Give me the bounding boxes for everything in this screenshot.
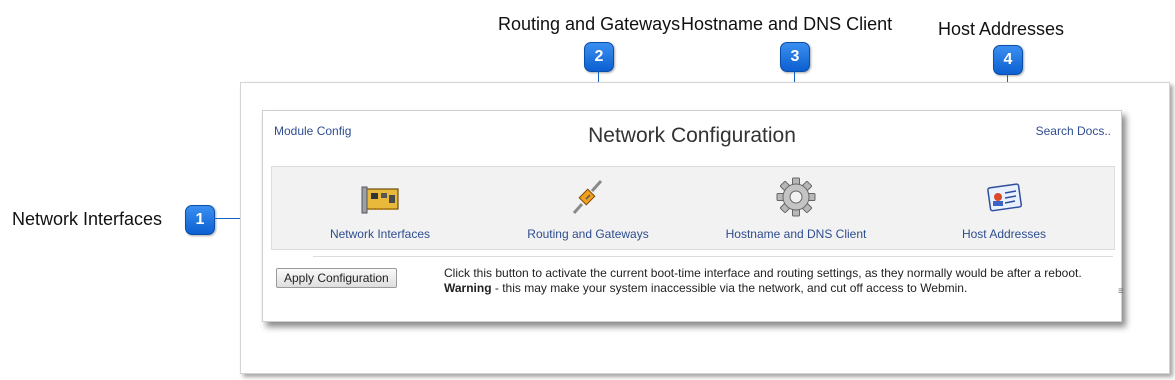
- search-docs-link[interactable]: Search Docs..: [1036, 124, 1111, 138]
- warning-label: Warning: [444, 281, 492, 295]
- callout-badge-1: 1: [185, 205, 215, 235]
- apply-configuration-button[interactable]: Apply Configuration: [276, 268, 397, 288]
- network-configuration-panel: Module Config Network Configuration Sear…: [262, 110, 1124, 322]
- resize-grip-icon: ≡: [1118, 286, 1124, 297]
- cable-connector-icon: [572, 179, 603, 214]
- page-title: Network Configuration: [588, 124, 796, 147]
- callout-label-host-addresses: Host Addresses: [938, 19, 1065, 39]
- gear-icon: [776, 177, 816, 217]
- address-card-icon: [987, 183, 1023, 212]
- callout-label-hostname-dns: Hostname and DNS Client: [681, 14, 893, 34]
- hostname-dns-item[interactable]: Hostname and DNS Client: [696, 167, 896, 249]
- host-addresses-item[interactable]: Host Addresses: [904, 167, 1104, 249]
- callout-label-routing-gateways: Routing and Gateways: [498, 14, 681, 34]
- section-divider: [313, 256, 1113, 257]
- apply-description: Click this button to activate the curren…: [444, 266, 1114, 296]
- callout-label-network-interfaces: Network Interfaces: [12, 209, 163, 229]
- host-addresses-label: Host Addresses: [961, 227, 1047, 241]
- routing-gateways-label: Routing and Gateways: [527, 227, 649, 241]
- network-interfaces-item[interactable]: Network Interfaces: [280, 167, 480, 249]
- hostname-dns-label: Hostname and DNS Client: [725, 227, 867, 241]
- callout-badge-2: 2: [584, 42, 614, 72]
- network-card-icon: [361, 186, 399, 214]
- routing-gateways-item[interactable]: Routing and Gateways: [488, 167, 688, 249]
- network-interfaces-label: Network Interfaces: [329, 227, 431, 241]
- warning-text: - this may make your system inaccessible…: [491, 281, 968, 295]
- apply-description-text: Click this button to activate the curren…: [444, 266, 1082, 280]
- callout-badge-4: 4: [993, 45, 1023, 75]
- module-icon-bar: Network Interfaces Routing and Gateways: [271, 166, 1115, 250]
- callout-badge-3: 3: [780, 42, 810, 72]
